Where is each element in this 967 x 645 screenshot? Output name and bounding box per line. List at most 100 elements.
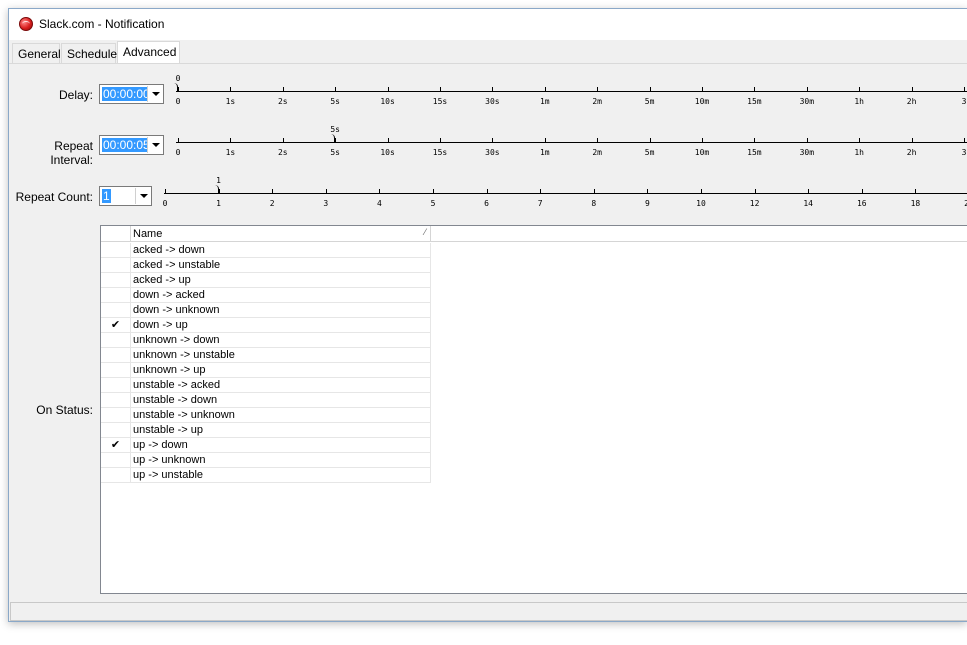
slider-tick [702, 138, 703, 142]
checkbox-cell[interactable] [101, 408, 131, 423]
checkbox-cell[interactable] [101, 348, 131, 363]
list-item-name: unknown -> up [132, 363, 431, 378]
slider-tick [754, 138, 756, 142]
list-item-name: acked -> down [132, 243, 431, 258]
checkbox-cell[interactable] [101, 468, 131, 483]
repeat-count-slider[interactable]: 01234567891012141618201 [163, 176, 967, 216]
repeat-interval-value[interactable]: 00:00:05 [102, 138, 151, 152]
list-item-name: acked -> up [132, 273, 431, 288]
name-column-header[interactable]: Name ⁄ [131, 226, 431, 242]
app-icon [19, 17, 33, 31]
slider-tick-label: 2 [269, 199, 275, 208]
chevron-down-icon[interactable] [135, 188, 150, 204]
slider-tick [754, 87, 756, 91]
list-item[interactable]: unknown -> up [101, 363, 431, 378]
slider-tick [325, 189, 327, 193]
list-item[interactable]: unstable -> up [101, 423, 431, 438]
tab-panel-border [9, 63, 967, 64]
list-item[interactable]: unknown -> down [101, 333, 431, 348]
list-item[interactable]: unstable -> unknown [101, 408, 431, 423]
list-item-name: down -> acked [132, 288, 431, 303]
list-item-name: up -> unknown [132, 453, 431, 468]
slider-thumb[interactable] [215, 185, 219, 194]
slider-tick [701, 189, 702, 193]
slider-tick-label: 15m [747, 97, 762, 106]
slider-tick-label: 10s [380, 97, 395, 106]
status-list[interactable]: Name ⁄ acked -> down acked -> unstable ack… [100, 225, 967, 594]
slider-tick-label: 2s [277, 97, 288, 106]
checkbox-cell[interactable] [101, 288, 131, 303]
checkbox-cell[interactable] [101, 273, 131, 288]
slider-thumb[interactable] [331, 134, 336, 143]
checkbox-cell[interactable] [101, 423, 131, 438]
slider-tick [178, 138, 179, 142]
list-item[interactable]: acked -> up [101, 273, 431, 288]
list-item[interactable]: unstable -> acked [101, 378, 431, 393]
slider-tick-label: 0 [175, 97, 181, 106]
tab-schedule[interactable]: Schedule [61, 43, 117, 63]
sort-icon: ⁄ [424, 227, 426, 237]
repeat-count-combo[interactable]: 1 [99, 186, 152, 206]
chevron-down-icon[interactable] [147, 137, 162, 153]
list-item[interactable]: acked -> down [101, 243, 431, 258]
list-item-name: unstable -> down [132, 393, 431, 408]
chevron-down-icon[interactable] [147, 86, 162, 102]
slider-tick [178, 87, 179, 91]
checkbox-cell[interactable] [101, 258, 131, 273]
delay-combo[interactable]: 00:00:00 [99, 84, 164, 104]
slider-tick-label: 15s [432, 97, 448, 106]
list-item[interactable]: ✔ up -> down [101, 438, 431, 453]
repeat-interval-combo[interactable]: 00:00:05 [99, 135, 164, 155]
tab-advanced[interactable]: Advanced [117, 41, 180, 64]
checkbox-cell[interactable] [101, 243, 131, 258]
slider-tick-label: 1s [225, 148, 236, 157]
checkbox-cell[interactable] [101, 333, 131, 348]
list-item[interactable]: down -> acked [101, 288, 431, 303]
list-item[interactable]: down -> unknown [101, 303, 431, 318]
slider-tick [964, 87, 965, 91]
slider-thumb[interactable] [174, 83, 178, 92]
checkbox-cell[interactable] [101, 453, 131, 468]
tab-general[interactable]: General [12, 43, 61, 63]
slider-tick [218, 189, 220, 193]
slider-tick [272, 189, 274, 193]
list-item[interactable]: up -> unstable [101, 468, 431, 483]
slider-tick-label: 18 [910, 199, 921, 208]
slider-tick [861, 189, 863, 193]
list-item[interactable]: unknown -> unstable [101, 348, 431, 363]
check-column-header[interactable] [101, 226, 131, 242]
checkbox-cell[interactable] [101, 393, 131, 408]
list-item[interactable]: acked -> unstable [101, 258, 431, 273]
slider-tick [915, 189, 917, 193]
slider-tick-label: 7 [537, 199, 543, 208]
checkbox-cell[interactable] [101, 303, 131, 318]
slider-track[interactable] [176, 91, 967, 92]
delay-slider[interactable]: 0 1s 2s 5s 10s 15s 30s 1m 2m 5m 10m 15m 30m 1h 2h 3 0 [176, 74, 967, 114]
slider-tick-label: 15m [747, 148, 762, 157]
slider-track[interactable] [176, 142, 967, 143]
title-bar[interactable]: Slack.com - Notification [9, 9, 967, 40]
slider-value-label: 5s [330, 125, 341, 134]
slider-tick [649, 87, 651, 91]
list-item[interactable]: unstable -> down [101, 393, 431, 408]
slider-value-label: 1 [216, 176, 222, 185]
checkbox-cell[interactable] [101, 363, 131, 378]
check-icon[interactable]: ✔ [101, 438, 131, 453]
slider-tick [647, 189, 649, 193]
slider-tick [593, 189, 595, 193]
slider-tick-label: 16 [856, 199, 867, 208]
checkbox-cell[interactable] [101, 378, 131, 393]
slider-tick-label: 1 [216, 199, 222, 208]
slider-tick [335, 87, 337, 91]
slider-tick-label: 1m [539, 97, 550, 106]
slider-track[interactable] [164, 193, 967, 194]
tab-strip: General Schedule Advanced [9, 41, 967, 64]
list-item-name: unstable -> up [132, 423, 431, 438]
repeat-count-value[interactable]: 1 [102, 189, 111, 203]
list-item[interactable]: ✔ down -> up [101, 318, 431, 333]
list-item[interactable]: up -> unknown [101, 453, 431, 468]
delay-value[interactable]: 00:00:00 [102, 87, 151, 101]
check-icon[interactable]: ✔ [101, 318, 131, 333]
repeat-interval-slider[interactable]: 0 1s 2s 5s 10s 15s 30s 1m 2m 5m 10m 15m 30m 1h 2h 3 5s [176, 125, 967, 165]
slider-tick [597, 138, 599, 142]
